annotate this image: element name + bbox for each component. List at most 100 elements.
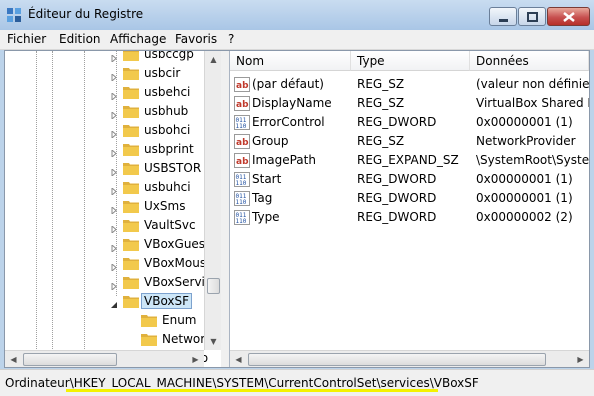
value-data: NetworkProvider [476, 134, 576, 148]
tree-item-label: Enum [162, 313, 197, 327]
value-row[interactable]: ab ImagePath REG_EXPAND_SZ \SystemRoot\Syst… [230, 151, 589, 170]
pane-splitter[interactable] [221, 51, 230, 367]
tree-item[interactable]: usbhub [5, 102, 205, 121]
tree-item[interactable]: usbcir [5, 64, 205, 83]
close-button[interactable] [547, 7, 590, 26]
binary-value-icon: 011 110 [234, 172, 250, 187]
path-highlight-mark [66, 389, 438, 392]
value-row[interactable]: 011 110 ErrorControl REG_DWORD 0x00000001 (1… [230, 113, 589, 132]
folder-icon [123, 218, 139, 232]
tree-horizontal-scrollbar[interactable]: ◀ ▶ [5, 350, 204, 367]
expand-arrow-icon[interactable] [111, 51, 118, 64]
expand-arrow-icon[interactable] [111, 165, 118, 178]
expand-arrow-icon[interactable] [111, 260, 118, 273]
tree-item[interactable]: usbohci [5, 121, 205, 140]
scroll-left-arrow-icon[interactable]: ◀ [230, 351, 247, 367]
menu-edition[interactable]: Edition [59, 32, 101, 46]
registry-editor-window: Éditeur du Registre Fichier Edition Affi… [0, 0, 594, 396]
scroll-up-arrow-icon[interactable]: ▲ [205, 51, 221, 68]
maximize-button[interactable] [518, 7, 546, 26]
folder-icon [123, 51, 139, 61]
tree-scroll-thumb[interactable] [207, 278, 220, 294]
folder-icon [123, 123, 139, 137]
tree-item[interactable]: VaultSvc [5, 216, 205, 235]
folder-icon [123, 256, 139, 270]
binary-value-icon: 011 110 [234, 115, 250, 130]
expand-arrow-icon[interactable] [111, 203, 118, 216]
values-horizontal-scrollbar[interactable]: ◀ ▶ [230, 350, 589, 367]
tree-item[interactable]: usbehci [5, 83, 205, 102]
value-row[interactable]: 011 110 Type REG_DWORD 0x00000002 (2) [230, 208, 589, 227]
column-header-name[interactable]: Nom [230, 51, 351, 71]
tree-item[interactable]: usbuhci [5, 178, 205, 197]
folder-icon [123, 85, 139, 99]
folder-icon [123, 199, 139, 213]
column-header-type[interactable]: Type [351, 51, 470, 71]
expand-arrow-icon[interactable] [111, 89, 118, 102]
column-header-type-label: Type [357, 54, 385, 68]
scroll-right-arrow-icon[interactable]: ▶ [572, 351, 589, 367]
value-row[interactable]: 011 110 Start REG_DWORD 0x00000001 (1) [230, 170, 589, 189]
tree-item[interactable]: Enum [5, 311, 205, 330]
column-header-data[interactable]: Données [470, 51, 589, 71]
tree-item-label: VBoxServic [144, 275, 212, 289]
expand-arrow-icon[interactable] [111, 146, 118, 159]
values-hscroll-thumb[interactable] [248, 353, 546, 366]
tree-item-label: usbprint [144, 142, 194, 156]
svg-text:110: 110 [236, 123, 247, 130]
expand-arrow-icon[interactable] [111, 241, 118, 254]
menu-fichier[interactable]: Fichier [7, 32, 46, 46]
values-list-pane[interactable]: Nom Type Données ab (par défaut) REG_SZ (va… [230, 51, 589, 367]
folder-icon [123, 104, 139, 118]
folder-icon [123, 66, 139, 80]
tree-item[interactable]: VBoxSF [5, 292, 205, 311]
value-data: VirtualBox Shared Fold [476, 96, 589, 110]
menu-affichage[interactable]: Affichage [110, 32, 166, 46]
tree-item[interactable]: VBoxServic [5, 273, 211, 292]
value-row[interactable]: abDisplayName REG_SZ VirtualBox Shared Fol… [230, 94, 589, 113]
scroll-right-arrow-icon[interactable]: ▶ [187, 351, 204, 367]
expand-arrow-icon[interactable] [111, 222, 118, 235]
tree-item[interactable]: UxSms [5, 197, 205, 216]
value-data: (valeur non définie) [476, 77, 589, 91]
tree-item[interactable]: VBoxMous [5, 254, 206, 273]
value-row[interactable]: 011 110 Tag REG_DWORD 0x00000001 (1) [230, 189, 589, 208]
title-bar[interactable]: Éditeur du Registre [0, 0, 594, 30]
menu-favoris[interactable]: Favoris [175, 32, 217, 46]
string-value-icon: ab [234, 77, 250, 92]
tree-item[interactable]: usbccgp [5, 51, 205, 64]
maximize-icon [527, 12, 538, 22]
expand-arrow-icon[interactable] [111, 184, 118, 197]
key-tree-pane[interactable]: usbccgp usbcir usbehci usbhub usbohci usbprin… [5, 51, 222, 367]
window-title: Éditeur du Registre [28, 7, 144, 21]
expand-arrow-icon[interactable] [111, 70, 118, 83]
folder-icon [141, 332, 157, 346]
value-name: Group [252, 134, 289, 148]
value-type: REG_SZ [357, 77, 405, 91]
folder-icon [123, 142, 139, 156]
value-data: 0x00000002 (2) [476, 210, 573, 224]
value-row[interactable]: ab Group REG_SZ NetworkProvider [230, 132, 589, 151]
tree-item-label: usbcir [144, 66, 181, 80]
expand-arrow-icon[interactable] [111, 127, 118, 140]
value-name: ErrorControl [252, 115, 325, 129]
expand-arrow-icon[interactable] [111, 108, 118, 121]
value-name: ImagePath [252, 153, 316, 167]
string-value-icon: ab [234, 96, 250, 111]
menu-help[interactable]: ? [228, 32, 234, 46]
tree-item[interactable]: VBoxGuest [5, 235, 210, 254]
tree-item[interactable]: USBSTOR [5, 159, 205, 178]
scroll-left-arrow-icon[interactable]: ◀ [5, 351, 22, 367]
expand-arrow-icon[interactable] [111, 279, 118, 292]
scroll-down-arrow-icon[interactable]: ▼ [205, 333, 221, 350]
svg-text:ab: ab [236, 138, 249, 148]
tree-item[interactable]: Networ [5, 330, 205, 349]
minimize-button[interactable] [489, 7, 517, 26]
tree-item[interactable]: usbprint [5, 140, 205, 159]
value-name: DisplayName [252, 96, 332, 110]
value-row[interactable]: ab (par défaut) REG_SZ (valeur non définie) [230, 75, 589, 94]
tree-hscroll-thumb[interactable] [23, 353, 117, 366]
tree-vertical-scrollbar[interactable]: ▲ ▼ [204, 51, 221, 350]
value-type: REG_DWORD [357, 115, 437, 129]
collapse-arrow-icon[interactable] [111, 298, 118, 308]
